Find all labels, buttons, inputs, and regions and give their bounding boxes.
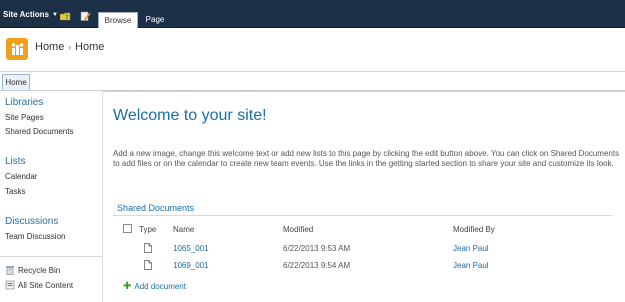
nav-recycle-bin[interactable]: Recycle Bin [5,265,60,275]
breadcrumb-site[interactable]: Home [35,41,64,53]
document-modified-by-link[interactable]: Jean Paul [453,261,489,270]
webpart-title-shared-documents[interactable]: Shared Documents [117,203,194,213]
welcome-description: Add a new image, change this welcome tex… [113,149,620,168]
select-all-checkbox[interactable] [123,224,132,233]
main-content: Welcome to your site! Add a new image, c… [104,91,625,302]
document-name-link[interactable]: 1069_001 [173,261,209,270]
nav-divider [0,256,103,257]
all-site-content-label: All Site Content [18,280,74,290]
site-header: Home › Home [0,29,625,71]
breadcrumb-separator: › [68,43,72,52]
top-navigation: Home [0,71,625,92]
nav-heading-libraries[interactable]: Libraries [5,97,43,108]
breadcrumb-page: Home [75,41,105,53]
quick-launch: Libraries Site Pages Shared Documents Li… [0,91,103,302]
site-logo-icon[interactable] [6,38,28,60]
nav-item-team-discussion[interactable]: Team Discussion [5,232,65,241]
nav-heading-lists[interactable]: Lists [5,156,26,167]
document-icon[interactable] [144,243,152,253]
nav-item-calendar[interactable]: Calendar [5,172,37,181]
recycle-bin-icon [6,266,14,275]
column-header-modified[interactable]: Modified [283,225,313,234]
breadcrumb: Home › Home [35,41,104,53]
column-header-modified-by[interactable]: Modified By [453,225,495,234]
document-modified: 6/22/2013 9:54 AM [283,261,351,270]
nav-heading-discussions[interactable]: Discussions [5,216,58,227]
document-modified-by-link[interactable]: Jean Paul [453,244,489,253]
add-document-link[interactable]: ✚ Add document [123,280,186,292]
site-actions-label: Site Actions [3,10,49,19]
add-plus-icon: ✚ [123,280,132,292]
add-document-label: Add document [134,282,186,291]
ribbon-bar: Site Actions ▼ Browse Page [0,0,625,28]
nav-item-shared-documents[interactable]: Shared Documents [5,127,73,136]
all-site-content-icon [5,280,15,290]
document-icon[interactable] [144,260,152,270]
tab-browse[interactable]: Browse [98,12,138,28]
page-title: Welcome to your site! [113,107,267,124]
document-modified: 6/22/2013 9:53 AM [283,244,351,253]
document-name-link[interactable]: 1065_001 [173,244,209,253]
recycle-bin-label: Recycle Bin [18,265,61,275]
nav-item-site-pages[interactable]: Site Pages [5,113,44,122]
column-header-name[interactable]: Name [173,225,194,234]
site-actions-menu[interactable]: Site Actions ▼ [3,10,58,19]
top-nav-home-tab[interactable]: Home [2,74,30,90]
column-header-type[interactable]: Type [139,225,156,234]
tab-page[interactable]: Page [140,12,170,28]
navigate-up-icon[interactable] [60,11,71,21]
webpart-divider [113,215,613,216]
nav-all-site-content[interactable]: All Site Content [5,280,73,290]
nav-item-tasks[interactable]: Tasks [5,187,25,196]
edit-page-icon[interactable] [80,11,91,21]
chevron-down-icon: ▼ [51,11,58,18]
